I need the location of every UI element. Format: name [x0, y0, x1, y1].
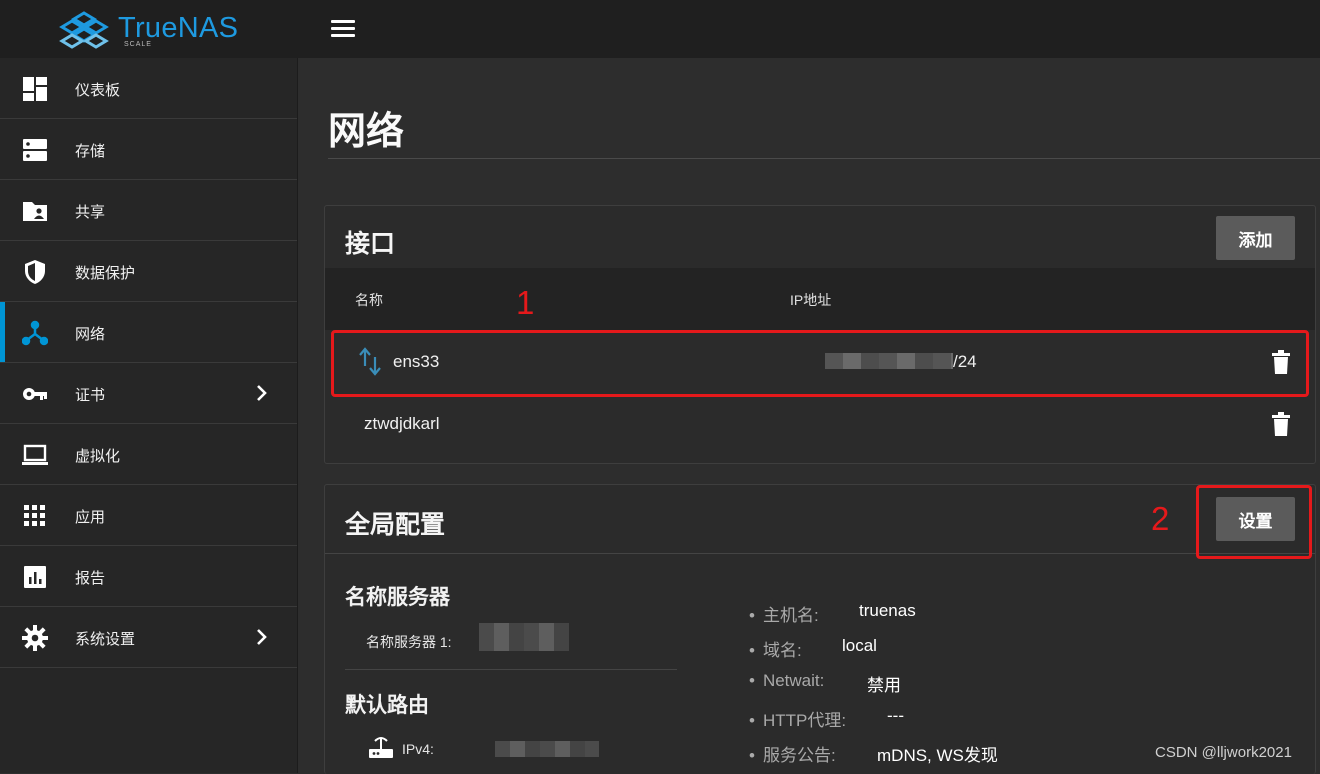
default-route-heading: 默认路由: [345, 694, 429, 717]
top-bar: TrueNAS SCALE: [0, 0, 1320, 58]
info-hostname: • 主机名: truenas: [749, 601, 916, 625]
brand-edition: SCALE: [124, 41, 152, 48]
redacted-gateway: [495, 741, 599, 757]
info-domain: • 域名: local: [749, 636, 877, 660]
sidebar-item-label: 共享: [75, 204, 106, 221]
sidebar-item-label: 仪表板: [75, 82, 121, 99]
sidebar-item-label: 应用: [75, 509, 106, 526]
sidebar-item-label: 系统设置: [75, 631, 136, 648]
sidebar-item-certificates[interactable]: 证书: [0, 363, 297, 424]
active-indicator: [0, 302, 5, 362]
sidebar-item-data-protection[interactable]: 数据保护: [0, 241, 297, 302]
card-header-divider: [325, 553, 1315, 554]
router-icon: [369, 737, 393, 758]
sidebar-item-label: 虚拟化: [75, 448, 121, 465]
sidebar-item-reports[interactable]: 报告: [0, 546, 297, 607]
shares-folder-icon: [23, 202, 47, 221]
sidebar-item-label: 网络: [75, 326, 106, 343]
delete-icon[interactable]: [1271, 412, 1291, 436]
interface-name: ztwdjdkarl: [364, 414, 440, 433]
laptop-icon: [22, 444, 48, 465]
annotation-marker-1: 1: [516, 284, 535, 321]
interfaces-title: 接口: [345, 230, 396, 258]
section-divider: [345, 669, 677, 670]
add-interface-button[interactable]: 添加: [1216, 216, 1295, 260]
truenas-logo[interactable]: TrueNAS SCALE: [58, 8, 248, 52]
network-icon: [22, 320, 48, 346]
ipv4-label: IPv4:: [402, 741, 434, 757]
key-icon: [23, 388, 47, 400]
annotation-box-2: [1196, 485, 1312, 559]
global-config-title: 全局配置: [345, 511, 446, 539]
chevron-right-icon: [257, 385, 267, 401]
reports-chart-icon: [24, 566, 46, 588]
interfaces-table-header: 名称 IP地址: [325, 268, 1315, 330]
sidebar-item-label: 证书: [75, 387, 106, 404]
column-header-ip[interactable]: IP地址: [790, 290, 831, 310]
sidebar-item-label: 存储: [75, 143, 106, 160]
info-service-announcement: • 服务公告: mDNS, WS发现: [749, 746, 998, 765]
truenas-logo-icon: [59, 11, 109, 49]
sidebar-item-label: 报告: [75, 570, 106, 587]
gear-icon: [22, 625, 48, 651]
apps-grid-icon: [24, 505, 45, 526]
info-netwait: • Netwait: 禁用: [749, 671, 901, 695]
sidebar: 仪表板 存储 共享 数据保护 网络 证书 虚拟化 应用 报告 系统设置: [0, 58, 298, 773]
shield-icon: [25, 260, 45, 284]
sidebar-item-shares[interactable]: 共享: [0, 180, 297, 241]
nameservers-heading: 名称服务器: [345, 586, 450, 609]
sidebar-item-dashboard[interactable]: 仪表板: [0, 58, 297, 119]
dashboard-icon: [23, 77, 47, 101]
sidebar-item-network[interactable]: 网络: [0, 302, 297, 363]
sidebar-item-system-settings[interactable]: 系统设置: [0, 607, 297, 668]
info-http-proxy: • HTTP代理: ---: [749, 706, 904, 730]
title-divider: [328, 158, 1320, 159]
column-header-name[interactable]: 名称: [355, 290, 383, 310]
page-title: 网络: [328, 111, 405, 153]
chevron-right-icon: [257, 629, 267, 645]
nameserver-1-label: 名称服务器 1:: [366, 634, 452, 650]
watermark: CSDN @lljwork2021: [1155, 744, 1292, 761]
redacted-nameserver: [479, 623, 569, 651]
annotation-marker-2: 2: [1151, 500, 1170, 537]
sidebar-item-virtualization[interactable]: 虚拟化: [0, 424, 297, 485]
table-row[interactable]: ztwdjdkarl: [325, 394, 1315, 454]
storage-icon: [23, 139, 47, 161]
annotation-box-1: [331, 330, 1309, 397]
menu-toggle-icon[interactable]: [331, 20, 355, 38]
sidebar-item-apps[interactable]: 应用: [0, 485, 297, 546]
sidebar-item-storage[interactable]: 存储: [0, 119, 297, 180]
sidebar-item-label: 数据保护: [75, 265, 136, 282]
